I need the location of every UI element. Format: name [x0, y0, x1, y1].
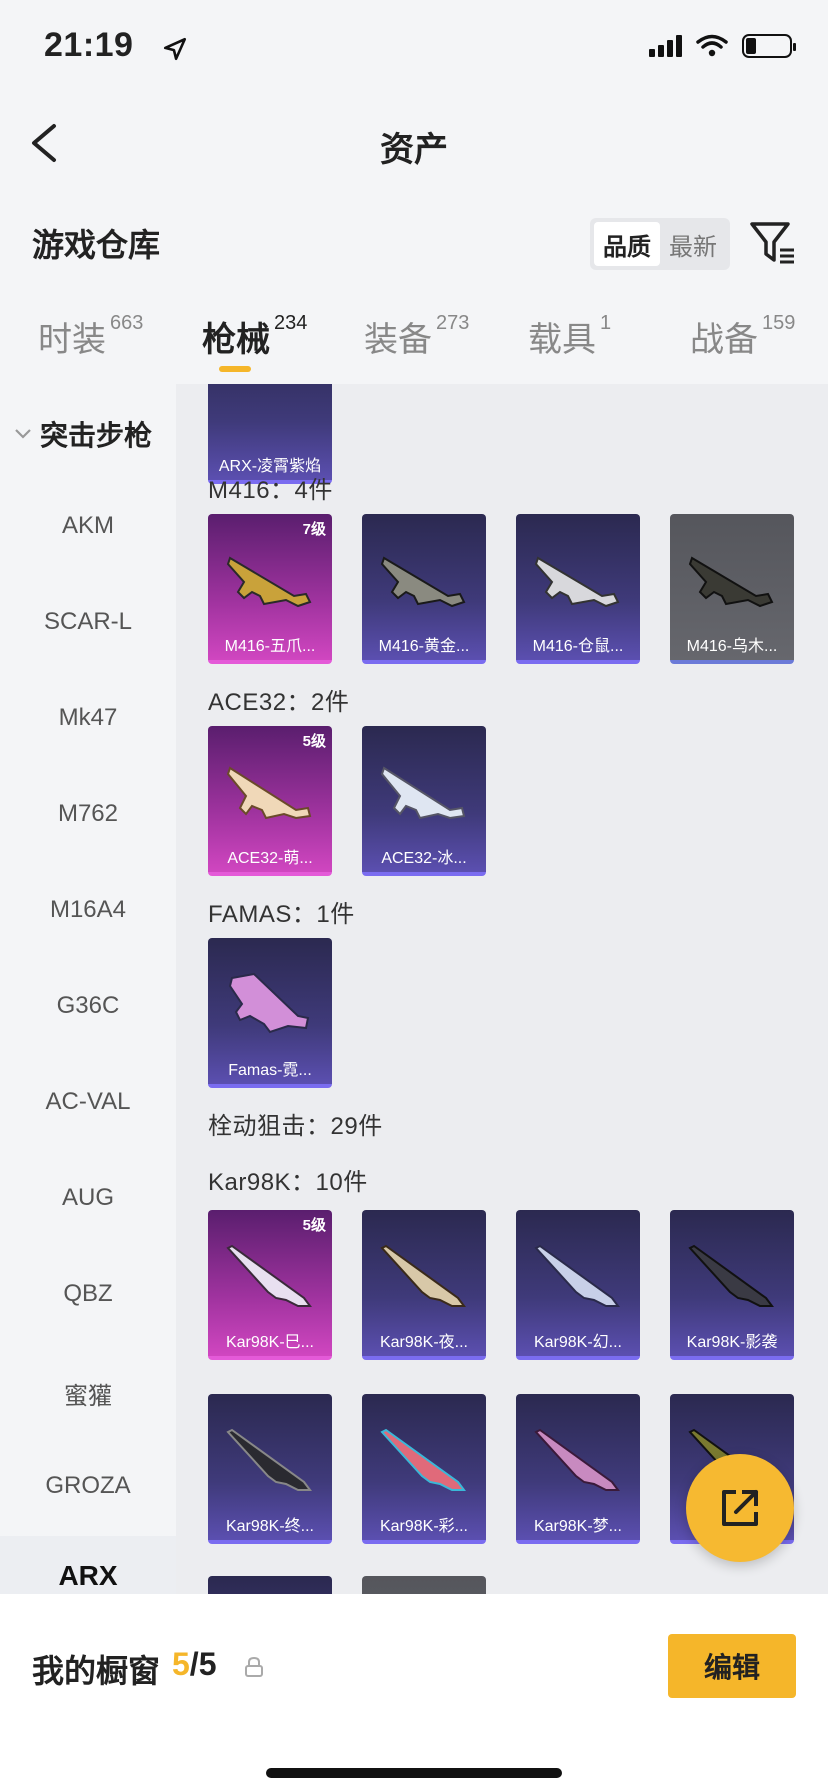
skin-card[interactable]: ACE32-冰... — [362, 726, 486, 876]
section-title: ACE32：2件 — [208, 689, 350, 716]
skin-name: ACE32-冰... — [381, 850, 467, 867]
lock-icon — [245, 1656, 263, 1677]
skin-card[interactable]: Kar98K-影袭 — [670, 1210, 794, 1360]
skin-level: 5级 — [302, 1217, 326, 1234]
skin-card[interactable]: Famas-霓... — [208, 938, 332, 1088]
rifle-icon — [534, 556, 620, 608]
status-bar: 21:19 — [0, 0, 828, 100]
sidebar-group-assault-rifles[interactable]: 突击步枪 — [14, 414, 152, 454]
location-arrow-icon — [163, 37, 187, 61]
sniper-rifle-icon — [380, 1428, 466, 1491]
rifle-icon — [226, 556, 312, 608]
sidebar-item-m762[interactable]: M762 — [0, 800, 176, 828]
warehouse-header: 游戏仓库 品质 最新 — [0, 208, 828, 272]
skin-level: 5级 — [302, 733, 326, 750]
sidebar-item-honey-badger[interactable]: 蜜獾 — [0, 1376, 176, 1411]
showcase-count: 5/5 — [172, 1646, 217, 1682]
section-title: FAMAS：1件 — [208, 901, 355, 928]
sidebar-item-groza[interactable]: GROZA — [0, 1472, 176, 1500]
sidebar-item-arx[interactable]: ARX — [0, 1536, 176, 1594]
skin-name: M416-仓鼠... — [532, 638, 624, 655]
sniper-rifle-icon — [688, 1244, 774, 1307]
skin-card[interactable] — [208, 1576, 332, 1594]
tab-equipment[interactable]: 装备 273 — [364, 312, 469, 361]
skin-name: M416-黄金... — [378, 638, 470, 655]
sidebar-item-ac-val[interactable]: AC-VAL — [0, 1088, 176, 1116]
tab-firearms[interactable]: 枪械 234 — [202, 312, 307, 361]
nav-bar: 资产 — [0, 100, 828, 190]
skin-card[interactable]: Kar98K-终... — [208, 1394, 332, 1544]
sidebar-item-qbz[interactable]: QBZ — [0, 1280, 176, 1308]
sniper-rifle-icon — [226, 1428, 312, 1491]
skin-card[interactable]: 7级 M416-五爪... — [208, 514, 332, 664]
section-title: M416：4件 — [208, 477, 333, 504]
signal-icon — [649, 35, 682, 57]
skin-card[interactable]: 5级 Kar98K-巳... — [208, 1210, 332, 1360]
skin-card[interactable]: Kar98K-幻... — [516, 1210, 640, 1360]
skin-card[interactable]: M416-乌木... — [670, 514, 794, 664]
sort-quality-button[interactable]: 品质 — [594, 222, 660, 266]
tab-supplies[interactable]: 战备 159 — [690, 312, 795, 361]
skin-name: Kar98K-影袭 — [686, 1334, 778, 1351]
sniper-rifle-icon — [534, 1428, 620, 1491]
skin-card[interactable]: ARX-凌霄紫焰 — [208, 384, 332, 484]
status-time: 21:19 — [44, 26, 134, 64]
skin-card[interactable]: Kar98K-梦... — [516, 1394, 640, 1544]
skin-name: M416-五爪... — [224, 638, 316, 655]
showcase-label: 我的橱窗 — [32, 1653, 161, 1689]
weapon-type-sidebar: 突击步枪 AKM SCAR-L Mk47 M762 M16A4 G36C AC-… — [0, 384, 176, 1594]
tab-fashion[interactable]: 时装 663 — [38, 312, 143, 361]
rifle-icon — [380, 556, 466, 608]
share-icon — [722, 1490, 758, 1526]
section-title: Kar98K：10件 — [208, 1169, 368, 1196]
skin-name: Kar98K-巳... — [225, 1334, 315, 1351]
skin-name: Kar98K-梦... — [533, 1518, 623, 1535]
sniper-rifle-icon — [534, 1244, 620, 1307]
filter-icon[interactable] — [748, 218, 798, 268]
sniper-rifle-icon — [226, 1244, 312, 1307]
battery-icon — [742, 34, 796, 58]
skin-name: ACE32-萌... — [227, 850, 313, 867]
tab-active-indicator — [219, 366, 251, 372]
sort-toggle: 品质 最新 — [590, 218, 730, 270]
sidebar-item-m16a4[interactable]: M16A4 — [0, 896, 176, 924]
category-tabs: 时装 663 枪械 234 装备 273 载具 1 战备 159 — [0, 300, 828, 380]
skin-name: Kar98K-彩... — [379, 1518, 469, 1535]
rifle-icon — [226, 766, 312, 820]
sniper-rifle-icon — [380, 1244, 466, 1307]
wifi-icon — [696, 34, 728, 57]
sidebar-item-mk47[interactable]: Mk47 — [0, 704, 176, 732]
skin-name: Kar98K-幻... — [533, 1334, 623, 1351]
skin-card[interactable] — [362, 1576, 486, 1594]
share-button[interactable] — [686, 1454, 794, 1562]
home-indicator — [266, 1768, 562, 1778]
rifle-icon — [228, 972, 310, 1034]
sidebar-item-akm[interactable]: AKM — [0, 512, 176, 540]
chevron-down-icon — [15, 429, 31, 439]
sort-newest-button[interactable]: 最新 — [660, 222, 726, 266]
skin-name: Kar98K-夜... — [379, 1334, 469, 1351]
sidebar-item-aug[interactable]: AUG — [0, 1184, 176, 1212]
sidebar-item-scar-l[interactable]: SCAR-L — [0, 608, 176, 636]
tab-vehicles[interactable]: 载具 1 — [528, 312, 611, 361]
page-title: 资产 — [380, 131, 448, 169]
rifle-icon — [688, 556, 774, 608]
skin-card[interactable]: M416-仓鼠... — [516, 514, 640, 664]
skin-name: Famas-霓... — [228, 1062, 312, 1079]
skin-name: M416-乌木... — [686, 638, 778, 655]
skin-card[interactable]: Kar98K-彩... — [362, 1394, 486, 1544]
skin-name: Kar98K-终... — [225, 1518, 315, 1535]
showcase-bar: 我的橱窗 5/5 编辑 — [0, 1594, 828, 1792]
section-title: 栓动狙击：29件 — [208, 1113, 383, 1140]
edit-button[interactable]: 编辑 — [668, 1634, 796, 1698]
skin-grid: ARX-凌霄紫焰 M416：4件 7级 M416-五爪... M416-黄金..… — [176, 384, 828, 1594]
skin-card[interactable]: 5级 ACE32-萌... — [208, 726, 332, 876]
skin-level: 7级 — [302, 521, 326, 538]
sidebar-item-g36c[interactable]: G36C — [0, 992, 176, 1020]
skin-card[interactable]: M416-黄金... — [362, 514, 486, 664]
skin-card[interactable]: Kar98K-夜... — [362, 1210, 486, 1360]
warehouse-title: 游戏仓库 — [32, 227, 161, 263]
rifle-icon — [380, 766, 466, 820]
